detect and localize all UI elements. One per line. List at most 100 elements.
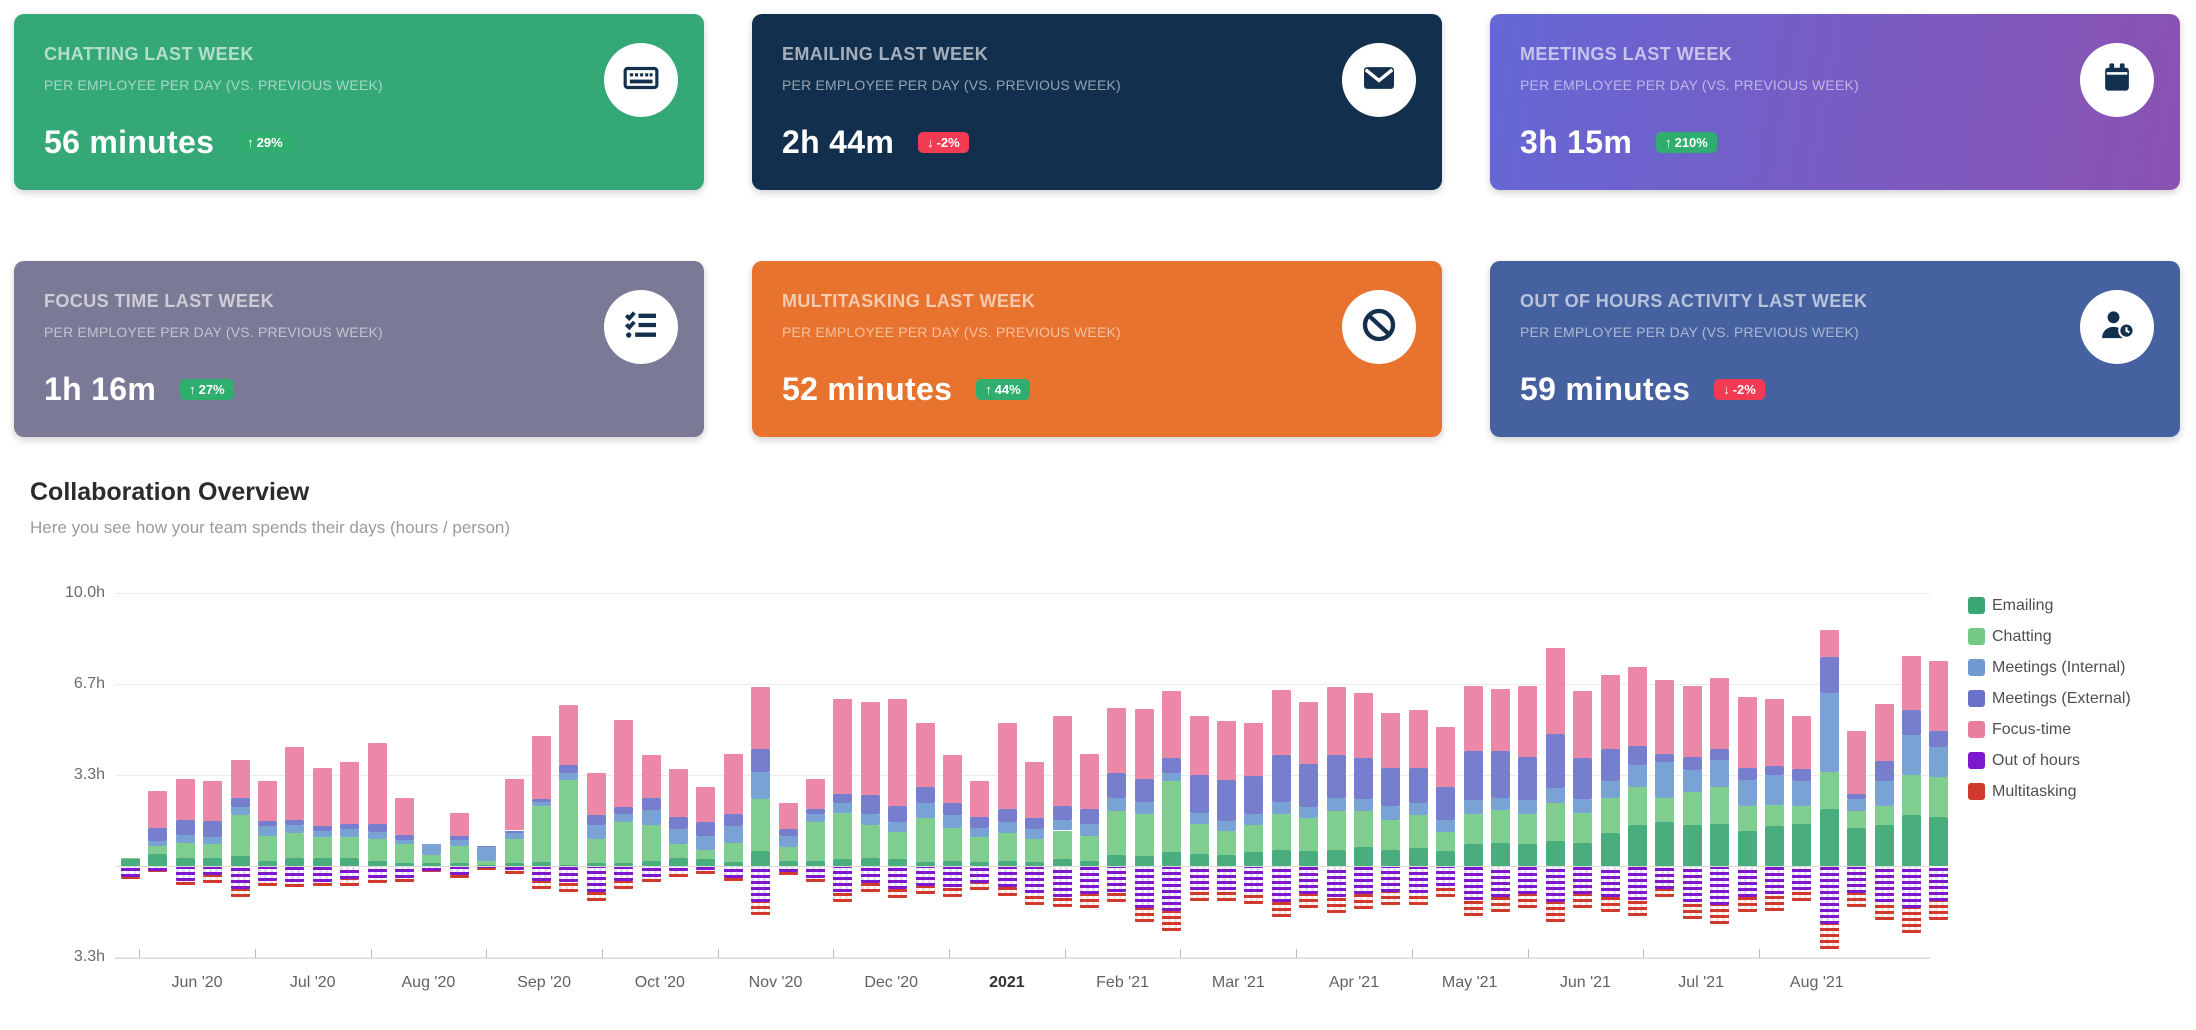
bar-segment-emailing[interactable] xyxy=(1518,844,1537,866)
bar-segment-multitasking_below[interactable] xyxy=(642,877,661,882)
bar-segment-focus_time[interactable] xyxy=(833,699,852,793)
bar-segment-meetings_internal[interactable] xyxy=(1820,693,1839,772)
bar-segment-out_of_hours_below[interactable] xyxy=(1409,867,1428,893)
bar-segment-emailing[interactable] xyxy=(724,862,743,866)
bar-segment-out_of_hours_below[interactable] xyxy=(1080,867,1099,894)
bar-segment-meetings_internal[interactable] xyxy=(1053,820,1072,831)
bar-segment-multitasking_below[interactable] xyxy=(368,878,387,883)
bar-segment-emailing[interactable] xyxy=(395,863,414,866)
bar-segment-out_of_hours_below[interactable] xyxy=(395,867,414,878)
bar-segment-meetings_external[interactable] xyxy=(751,749,770,772)
bar-segment-chatting[interactable] xyxy=(724,843,743,862)
bar-segment-meetings_external[interactable] xyxy=(970,817,989,828)
bar-segment-out_of_hours_below[interactable] xyxy=(970,867,989,883)
bar-segment-chatting[interactable] xyxy=(477,861,496,865)
bar-segment-out_of_hours_below[interactable] xyxy=(1847,867,1866,893)
bar-segment-multitasking_below[interactable] xyxy=(1902,908,1921,933)
bar-segment-out_of_hours_below[interactable] xyxy=(121,867,140,877)
bar-segment-multitasking_below[interactable] xyxy=(669,871,688,876)
bar-segment-meetings_internal[interactable] xyxy=(1655,762,1674,797)
bar-segment-meetings_internal[interactable] xyxy=(779,836,798,847)
bar-segment-emailing[interactable] xyxy=(888,859,907,866)
bar-segment-meetings_external[interactable] xyxy=(368,824,387,832)
bar-segment-multitasking_below[interactable] xyxy=(121,877,140,880)
bar-segment-meetings_internal[interactable] xyxy=(1518,800,1537,814)
bar-segment-multitasking_below[interactable] xyxy=(1272,902,1291,917)
bar-segment-meetings_internal[interactable] xyxy=(970,828,989,838)
bar-segment-chatting[interactable] xyxy=(450,846,469,864)
bar-segment-emailing[interactable] xyxy=(258,861,277,866)
bar-segment-multitasking_below[interactable] xyxy=(505,870,524,874)
bar-segment-emailing[interactable] xyxy=(1491,843,1510,866)
bar-segment-chatting[interactable] xyxy=(285,833,304,858)
bar-segment-chatting[interactable] xyxy=(1655,798,1674,823)
bar-segment-focus_time[interactable] xyxy=(861,702,880,795)
bar-segment-out_of_hours_below[interactable] xyxy=(1655,867,1674,889)
bar-segment-focus_time[interactable] xyxy=(642,755,661,797)
bar-segment-out_of_hours_below[interactable] xyxy=(1792,867,1811,890)
bar-segment-out_of_hours_below[interactable] xyxy=(1135,867,1154,908)
bar-segment-chatting[interactable] xyxy=(121,858,140,859)
bar-segment-meetings_internal[interactable] xyxy=(1875,781,1894,806)
bar-segment-chatting[interactable] xyxy=(1135,814,1154,856)
bar-segment-emailing[interactable] xyxy=(1162,852,1181,866)
bar-segment-meetings_external[interactable] xyxy=(559,765,578,773)
bar-segment-meetings_external[interactable] xyxy=(1409,768,1428,803)
bar-segment-meetings_internal[interactable] xyxy=(1929,747,1948,777)
bar-segment-focus_time[interactable] xyxy=(943,755,962,803)
bar-segment-emailing[interactable] xyxy=(1135,856,1154,866)
bar-segment-multitasking_below[interactable] xyxy=(861,883,880,891)
bar-segment-chatting[interactable] xyxy=(1217,831,1236,856)
bar-segment-meetings_external[interactable] xyxy=(148,828,167,842)
bar-segment-focus_time[interactable] xyxy=(1244,723,1263,776)
bar-segment-out_of_hours_below[interactable] xyxy=(176,867,195,881)
bar-segment-emailing[interactable] xyxy=(1217,855,1236,866)
bar-segment-meetings_external[interactable] xyxy=(1080,809,1099,824)
bar-segment-focus_time[interactable] xyxy=(587,773,606,815)
bar-segment-emailing[interactable] xyxy=(1244,852,1263,866)
bar-segment-focus_time[interactable] xyxy=(751,687,770,748)
bar-segment-meetings_external[interactable] xyxy=(1518,757,1537,801)
bar-segment-meetings_external[interactable] xyxy=(587,815,606,825)
bar-segment-meetings_external[interactable] xyxy=(340,824,359,829)
bar-segment-focus_time[interactable] xyxy=(340,762,359,823)
bar-segment-emailing[interactable] xyxy=(285,858,304,866)
bar-segment-multitasking_below[interactable] xyxy=(313,882,332,886)
bar-segment-emailing[interactable] xyxy=(642,861,661,866)
bar-segment-out_of_hours_below[interactable] xyxy=(1573,867,1592,894)
bar-segment-out_of_hours_below[interactable] xyxy=(943,867,962,887)
bar-segment-chatting[interactable] xyxy=(806,822,825,860)
bar-segment-emailing[interactable] xyxy=(422,863,441,866)
bar-segment-meetings_external[interactable] xyxy=(1738,768,1757,780)
bar-segment-out_of_hours_below[interactable] xyxy=(1436,867,1455,886)
legend-item-emailing[interactable]: Emailing xyxy=(1968,590,2131,621)
bar-segment-meetings_internal[interactable] xyxy=(148,841,167,845)
bar-segment-multitasking_below[interactable] xyxy=(422,871,441,872)
bar-segment-chatting[interactable] xyxy=(1409,815,1428,848)
bar-segment-emailing[interactable] xyxy=(806,861,825,866)
bar-segment-emailing[interactable] xyxy=(532,862,551,866)
bar-segment-emailing[interactable] xyxy=(1573,843,1592,866)
bar-segment-focus_time[interactable] xyxy=(806,779,825,809)
bar-segment-out_of_hours_below[interactable] xyxy=(559,867,578,882)
bar-segment-chatting[interactable] xyxy=(1272,814,1291,849)
bar-segment-multitasking_below[interactable] xyxy=(1573,894,1592,908)
bar-segment-meetings_internal[interactable] xyxy=(1354,799,1373,811)
legend-item-meetings-external[interactable]: Meetings (External) xyxy=(1968,683,2131,714)
bar-segment-focus_time[interactable] xyxy=(1436,727,1455,787)
bar-segment-meetings_internal[interactable] xyxy=(1272,802,1291,814)
bar-segment-multitasking_below[interactable] xyxy=(203,875,222,883)
bar-segment-multitasking_below[interactable] xyxy=(696,870,715,874)
bar-segment-focus_time[interactable] xyxy=(231,760,250,798)
bar-segment-emailing[interactable] xyxy=(1820,809,1839,866)
bar-segment-chatting[interactable] xyxy=(1875,806,1894,825)
bar-segment-multitasking_below[interactable] xyxy=(258,881,277,886)
bar-segment-chatting[interactable] xyxy=(861,825,880,858)
bar-segment-meetings_external[interactable] xyxy=(724,814,743,826)
bar-segment-meetings_internal[interactable] xyxy=(1162,773,1181,781)
bar-segment-focus_time[interactable] xyxy=(1354,693,1373,759)
bar-segment-focus_time[interactable] xyxy=(970,781,989,816)
bar-segment-emailing[interactable] xyxy=(1902,815,1921,866)
bar-segment-focus_time[interactable] xyxy=(1381,713,1400,768)
bar-segment-chatting[interactable] xyxy=(779,847,798,861)
